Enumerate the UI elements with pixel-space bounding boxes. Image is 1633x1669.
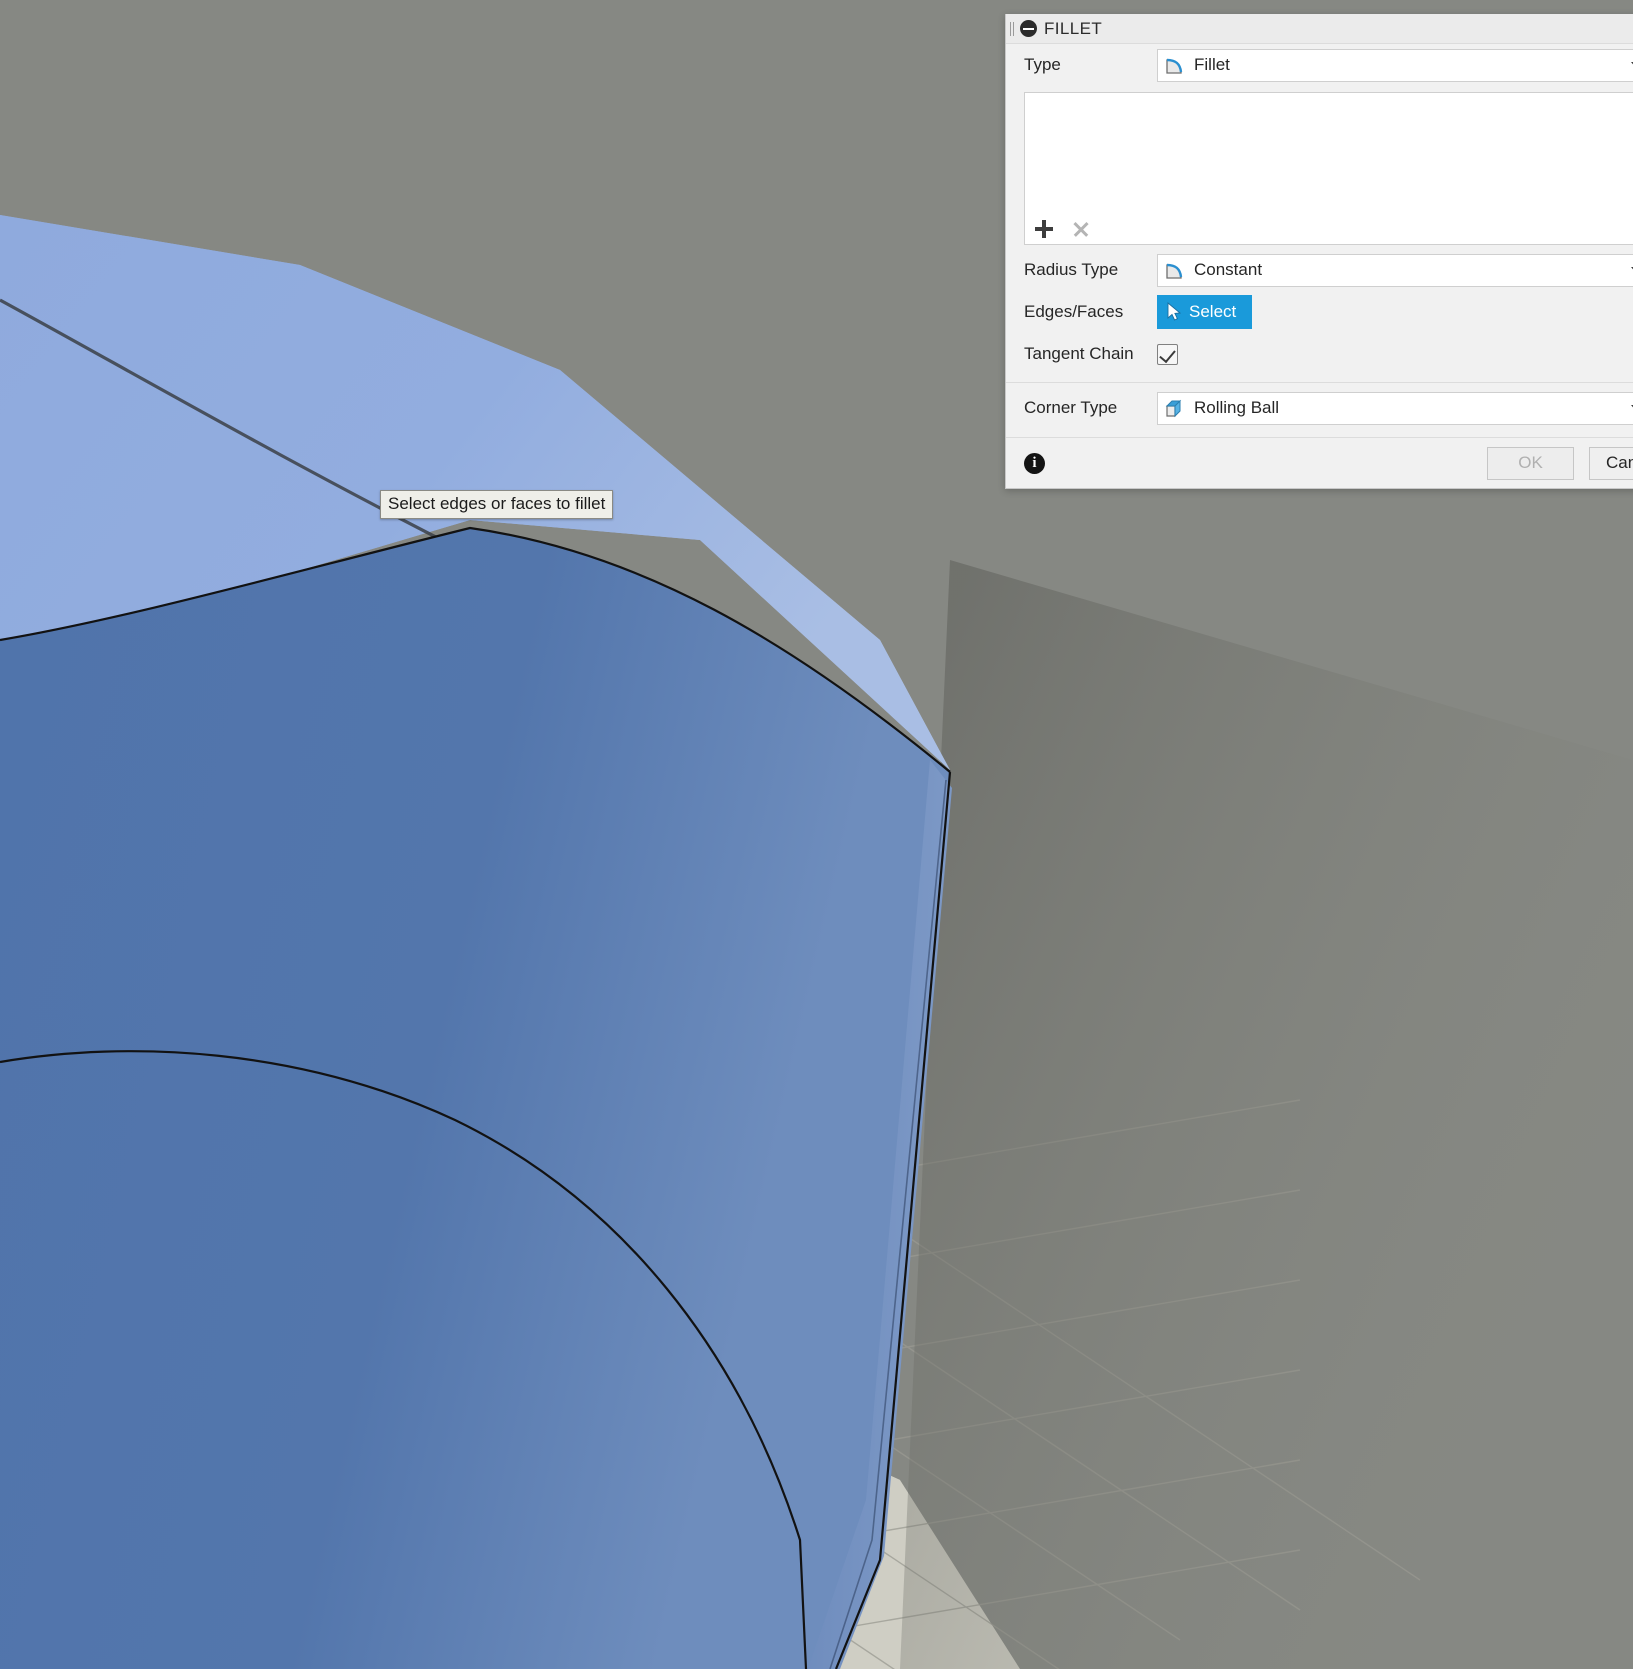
selection-list[interactable] — [1024, 92, 1633, 245]
row-edges-faces: Edges/Faces Select — [1006, 291, 1633, 333]
tooltip-text: Select edges or faces to fillet — [388, 494, 606, 513]
app-window: Select edges or faces to fillet FILLET T… — [0, 0, 1633, 1669]
dialog-titlebar[interactable]: FILLET — [1006, 14, 1633, 44]
minus-circle-icon[interactable] — [1020, 20, 1037, 37]
cancel-button[interactable]: Cancel — [1589, 446, 1633, 480]
label-tangent-chain: Tangent Chain — [1024, 344, 1134, 363]
info-icon[interactable]: i — [1024, 452, 1045, 474]
corner-type-dropdown[interactable]: Rolling Ball — [1157, 391, 1633, 425]
select-button-label: Select — [1189, 302, 1237, 321]
type-value: Fillet — [1194, 55, 1230, 74]
rolling-ball-corner-icon — [1165, 399, 1182, 418]
dialog-footer: i OK Cancel — [1006, 438, 1633, 488]
dialog-title: FILLET — [1044, 18, 1103, 38]
tangent-chain-checkbox[interactable] — [1157, 343, 1178, 365]
label-edges-faces: Edges/Faces — [1024, 302, 1124, 321]
label-radius-type: Radius Type — [1024, 260, 1119, 279]
row-tangent-chain: Tangent Chain — [1006, 333, 1633, 375]
drag-grip-icon[interactable] — [1010, 21, 1015, 36]
selection-list-tools — [1033, 218, 1091, 240]
ok-button[interactable]: OK — [1487, 446, 1574, 480]
row-corner-type: Corner Type Rolling Ball — [1006, 387, 1633, 429]
select-button[interactable]: Select — [1157, 295, 1253, 329]
label-corner-type: Corner Type — [1024, 398, 1118, 417]
fillet-shape-icon — [1166, 58, 1183, 74]
type-dropdown[interactable]: Fillet — [1157, 48, 1633, 82]
selection-list-wrap — [1006, 86, 1633, 249]
cursor-arrow-icon — [1167, 302, 1182, 321]
plus-icon[interactable] — [1033, 218, 1055, 240]
viewport-tooltip: Select edges or faces to fillet — [380, 490, 614, 519]
dialog-body: Type Fillet Radius Type Constant Edges/F… — [1006, 44, 1633, 488]
radius-type-dropdown[interactable]: Constant — [1157, 253, 1633, 287]
section-divider — [1006, 382, 1633, 383]
label-type: Type — [1024, 55, 1061, 74]
row-radius-type: Radius Type Constant — [1006, 249, 1633, 291]
row-type: Type Fillet — [1006, 44, 1633, 86]
constant-radius-icon — [1166, 263, 1183, 279]
radius-type-value: Constant — [1194, 260, 1263, 279]
corner-type-value: Rolling Ball — [1194, 398, 1280, 417]
fillet-dialog[interactable]: FILLET Type Fillet Radius Type Constant … — [1005, 14, 1633, 489]
close-x-icon[interactable] — [1071, 219, 1091, 239]
